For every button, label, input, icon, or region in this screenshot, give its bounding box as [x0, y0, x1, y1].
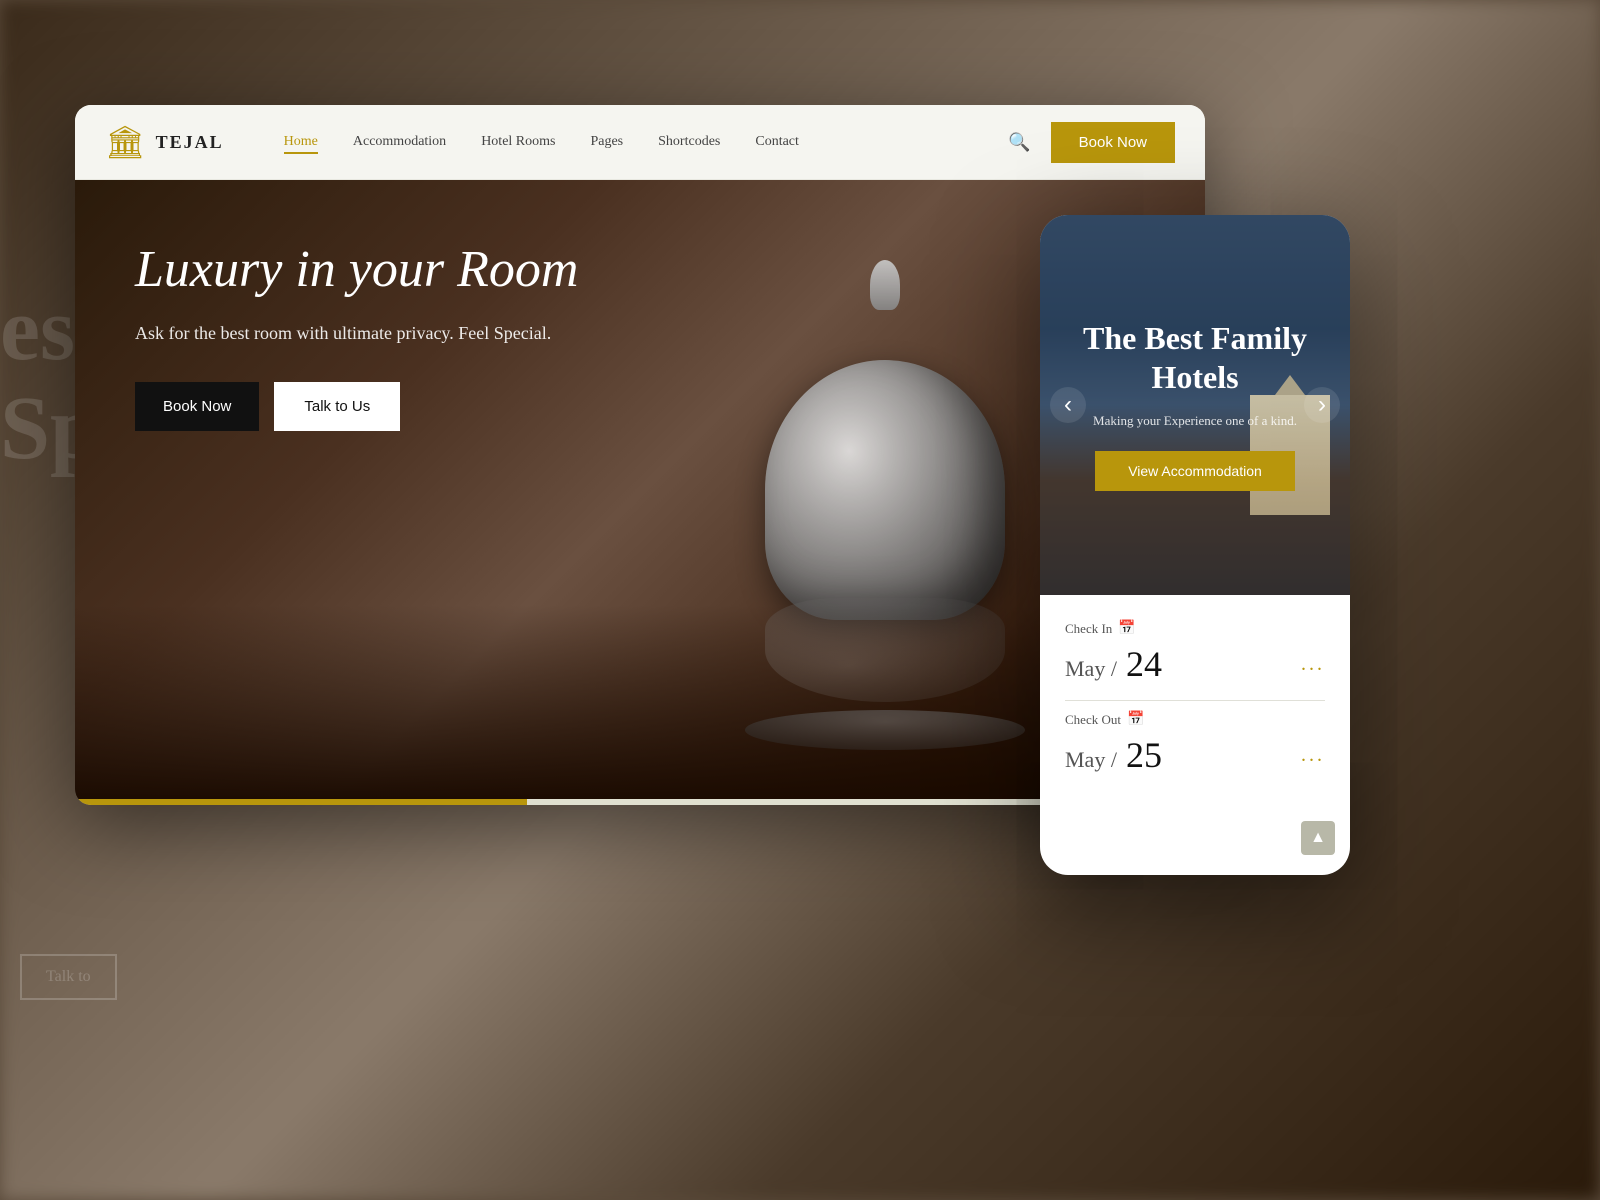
checkout-calendar-icon: 📅: [1127, 711, 1144, 728]
hero-section: Luxury in your Room Ask for the best roo…: [75, 180, 1205, 805]
hero-talk-button[interactable]: Talk to Us: [274, 382, 400, 431]
bell-body: [765, 360, 1005, 620]
hero-buttons: Book Now Talk to Us: [135, 382, 578, 431]
booking-card: Check In 📅 May / 24 ... Check Out 📅 May …: [1040, 595, 1350, 811]
bg-left-button: Talk to: [20, 954, 117, 1000]
hero-table-shadow: [75, 605, 1205, 805]
hero-subtitle: Ask for the best room with ultimate priv…: [135, 320, 578, 347]
mobile-phone-mockup: ‹ › The Best Family Hotels Making your E…: [1040, 215, 1350, 875]
checkin-more-icon[interactable]: ...: [1301, 653, 1325, 676]
nav-contact[interactable]: Contact: [755, 134, 799, 150]
nav-pages[interactable]: Pages: [590, 134, 623, 150]
checkout-day: 25: [1126, 735, 1162, 775]
checkin-calendar-icon: 📅: [1118, 620, 1135, 637]
nav-links: Home Accommodation Hotel Rooms Pages Sho…: [284, 134, 1009, 150]
scroll-to-top-button[interactable]: ▲: [1301, 821, 1335, 855]
nav-book-now-button[interactable]: Book Now: [1051, 122, 1175, 163]
booking-divider: [1065, 700, 1325, 701]
checkout-date-value[interactable]: May / 25: [1065, 734, 1162, 776]
checkin-date-value[interactable]: May / 24: [1065, 643, 1162, 685]
scroll-progress-bar: [75, 799, 1205, 805]
brand-name: TEJAL: [156, 132, 224, 153]
nav-hotel-rooms[interactable]: Hotel Rooms: [481, 134, 555, 150]
mobile-hero-title: The Best Family Hotels: [1040, 319, 1350, 396]
nav-home[interactable]: Home: [284, 134, 318, 150]
prev-slide-button[interactable]: ‹: [1050, 387, 1086, 423]
bell-top: [870, 260, 900, 310]
building-icon: 🏛: [105, 123, 146, 161]
hero-book-now-button[interactable]: Book Now: [135, 382, 259, 431]
hero-content: Luxury in your Room Ask for the best roo…: [135, 240, 578, 431]
checkin-month: May /: [1065, 656, 1117, 681]
next-slide-button[interactable]: ›: [1304, 387, 1340, 423]
nav-accommodation[interactable]: Accommodation: [353, 134, 446, 150]
nav-shortcodes[interactable]: Shortcodes: [658, 134, 720, 150]
desktop-browser-mockup: 🏛 TEJAL Home Accommodation Hotel Rooms P…: [75, 105, 1205, 805]
checkin-label: Check In 📅: [1065, 620, 1325, 637]
checkin-day: 24: [1126, 644, 1162, 684]
mobile-carousel-nav: ‹ ›: [1040, 387, 1350, 423]
checkin-field: Check In 📅 May / 24 ...: [1065, 620, 1325, 685]
checkout-more-icon[interactable]: ...: [1301, 744, 1325, 767]
search-icon[interactable]: 🔍: [1008, 132, 1030, 153]
checkout-month: May /: [1065, 747, 1117, 772]
navbar: 🏛 TEJAL Home Accommodation Hotel Rooms P…: [75, 105, 1205, 180]
checkout-field: Check Out 📅 May / 25 ...: [1065, 711, 1325, 776]
checkout-label: Check Out 📅: [1065, 711, 1325, 728]
view-accommodation-button[interactable]: View Accommodation: [1095, 451, 1295, 491]
mobile-hero-section: ‹ › The Best Family Hotels Making your E…: [1040, 215, 1350, 595]
checkin-date-row: May / 24 ...: [1065, 643, 1325, 685]
scroll-progress-fill: [75, 799, 527, 805]
checkout-date-row: May / 25 ...: [1065, 734, 1325, 776]
logo-area: 🏛 TEJAL: [105, 123, 224, 161]
hero-title: Luxury in your Room: [135, 240, 578, 300]
